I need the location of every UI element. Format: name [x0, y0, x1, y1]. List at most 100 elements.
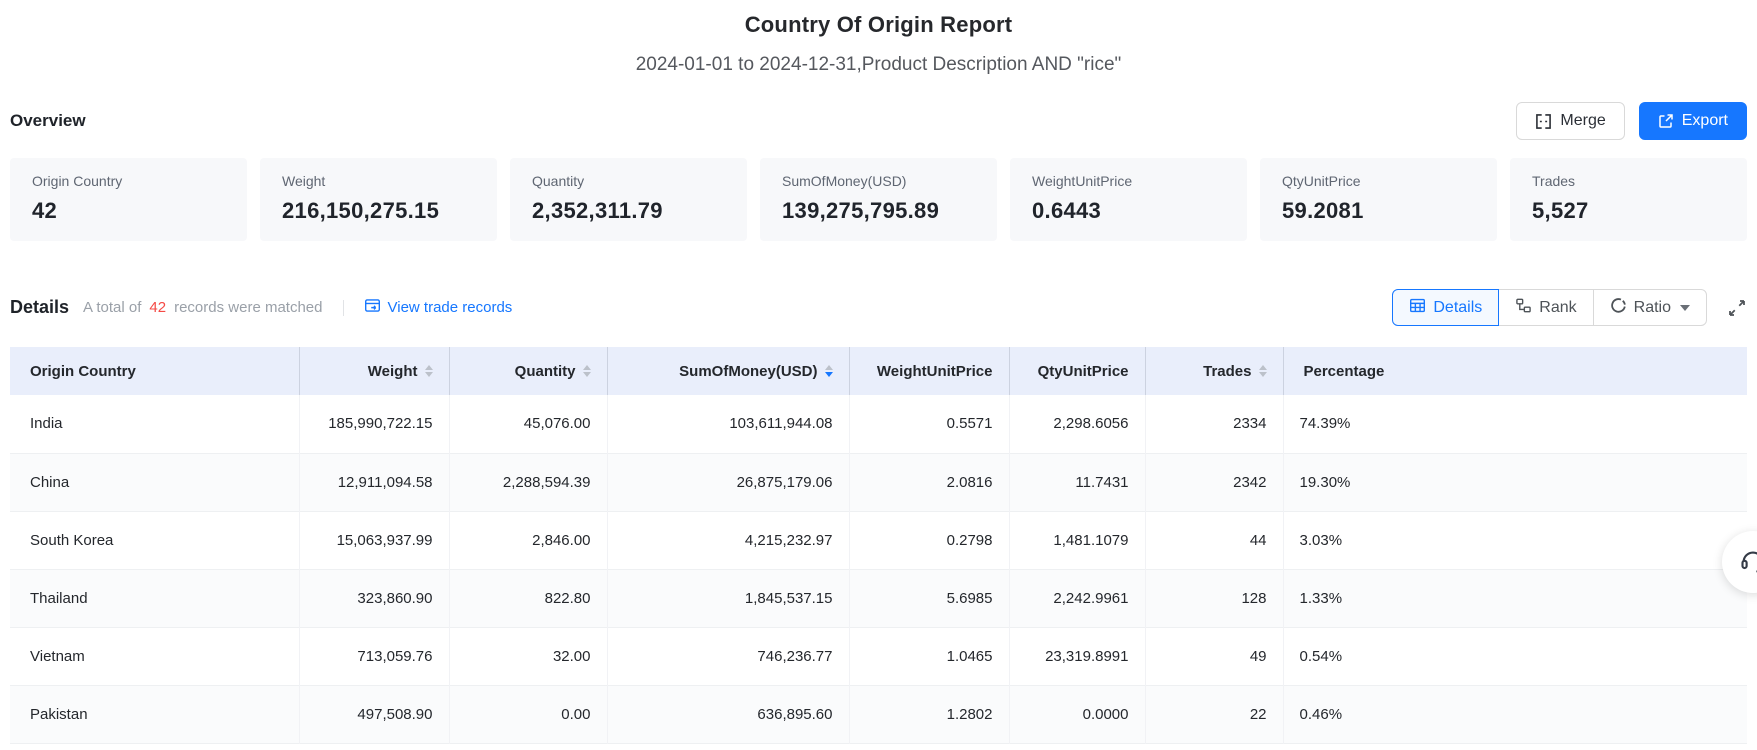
view-toggle-rank[interactable]: Rank	[1498, 289, 1594, 326]
cell-qtyunitprice: 1,481.1079	[1009, 511, 1146, 569]
sort-icon[interactable]	[1258, 365, 1267, 377]
stat-card-value: 0.6443	[1032, 198, 1102, 223]
column-header-label: Trades	[1203, 362, 1252, 380]
country-origin-report-page: Country Of Origin Report 2024-01-01 to 2…	[0, 0, 1757, 750]
details-table: Origin Country Weight Quantity SumOfMoney(U…	[10, 347, 1747, 744]
match-total-count: 42	[149, 299, 167, 316]
merge-button-label: Merge	[1560, 112, 1606, 129]
column-header-trades[interactable]: Trades	[1145, 347, 1284, 395]
cell-origin-country: Vietnam	[10, 627, 300, 685]
column-header-quantity[interactable]: Quantity	[449, 347, 608, 395]
cell-weight: 497,508.90	[299, 685, 450, 743]
cell-trades: 22	[1145, 685, 1284, 743]
stat-card-value: 5,527	[1532, 198, 1589, 223]
cell-trades: 2334	[1145, 395, 1284, 453]
cell-sumofmoney-usd: 4,215,232.97	[607, 511, 850, 569]
column-header-origin-country: Origin Country	[10, 347, 300, 395]
cell-weightunitprice: 5.6985	[849, 569, 1010, 627]
table-row-vietnam: Vietnam 713,059.76 32.00 746,236.77 1.0465 23…	[10, 627, 1747, 685]
stat-card-trades: Trades 5,527	[1510, 158, 1747, 241]
stat-card-weight: Weight 216,150,275.15	[260, 158, 497, 241]
column-header-qtyunitprice: QtyUnitPrice	[1009, 347, 1146, 395]
cell-quantity: 32.00	[449, 627, 608, 685]
cell-weight: 12,911,094.58	[299, 453, 450, 511]
column-header-sumofmoney-usd[interactable]: SumOfMoney(USD)	[607, 347, 850, 395]
stat-card-label: Trades	[1532, 173, 1576, 189]
cell-sumofmoney-usd: 636,895.60	[607, 685, 850, 743]
table-header-row: Origin Country Weight Quantity SumOfMoney(U…	[10, 347, 1747, 395]
stat-card-value: 42	[32, 198, 58, 223]
cell-percentage: 74.39%	[1299, 415, 1351, 433]
stat-card-value: 59.2081	[1282, 198, 1364, 223]
cell-origin-country: India	[10, 395, 300, 453]
headset-icon	[1738, 545, 1757, 580]
cell-qtyunitprice: 23,319.8991	[1009, 627, 1146, 685]
export-button[interactable]: Export	[1638, 102, 1747, 140]
column-header-label: Percentage	[1303, 362, 1385, 380]
sort-icon[interactable]	[582, 365, 591, 377]
table-row-india: India 185,990,722.15 45,076.00 103,611,944.…	[10, 395, 1747, 453]
cell-percentage: 1.33%	[1299, 589, 1343, 607]
report-header: Country Of Origin Report 2024-01-01 to 2…	[0, 0, 1757, 76]
cell-percentage: 19.30%	[1299, 473, 1351, 491]
column-header-label: Quantity	[514, 362, 576, 380]
cell-percentage: 0.46%	[1299, 705, 1343, 723]
page-title: Country Of Origin Report	[744, 12, 1013, 37]
table-row-china: China 12,911,094.58 2,288,594.39 26,875,179…	[10, 453, 1747, 511]
export-icon	[1658, 113, 1674, 129]
merge-button[interactable]: Merge	[1516, 102, 1625, 140]
cell-quantity: 2,846.00	[449, 511, 608, 569]
stat-card-weightunitprice: WeightUnitPrice 0.6443	[1010, 158, 1247, 241]
cell-quantity: 45,076.00	[449, 395, 608, 453]
view-toggle-ratio[interactable]: Ratio	[1592, 289, 1707, 326]
cell-weight: 15,063,937.99	[299, 511, 450, 569]
stat-card-quantity: Quantity 2,352,311.79	[510, 158, 747, 241]
view-toggle-label: Details	[1433, 298, 1483, 316]
view-trade-records-link[interactable]: View trade records	[364, 297, 512, 318]
sort-icon[interactable]	[424, 365, 433, 377]
cell-sumofmoney-usd: 26,875,179.06	[607, 453, 850, 511]
table-row-pakistan: Pakistan 497,508.90 0.00 636,895.60 1.2802 0.…	[10, 685, 1747, 743]
column-header-percentage: Percentage	[1283, 347, 1747, 395]
cell-qtyunitprice: 2,242.9961	[1009, 569, 1146, 627]
cell-origin-country: South Korea	[10, 511, 300, 569]
cell-sumofmoney-usd: 746,236.77	[607, 627, 850, 685]
stat-card-label: SumOfMoney(USD)	[782, 173, 907, 189]
stat-card-value: 139,275,795.89	[782, 198, 940, 223]
cell-trades: 2342	[1145, 453, 1284, 511]
sort-icon[interactable]	[824, 365, 833, 377]
chevron-down-icon	[1680, 304, 1690, 311]
stat-card-label: Quantity	[532, 173, 585, 189]
cell-sumofmoney-usd: 103,611,944.08	[607, 395, 850, 453]
column-header-label: SumOfMoney(USD)	[679, 362, 818, 380]
export-button-label: Export	[1681, 112, 1728, 129]
stat-card-label: WeightUnitPrice	[1032, 173, 1133, 189]
ratio-icon	[1610, 297, 1627, 319]
details-right: Details Rank Ratio	[1392, 289, 1747, 326]
column-header-label: Origin Country	[30, 362, 136, 380]
cell-percentage: 3.03%	[1299, 531, 1343, 549]
stat-card-value: 216,150,275.15	[282, 198, 440, 223]
match-total-suffix: records were matched	[174, 299, 323, 316]
view-toggle-label: Rank	[1539, 298, 1577, 316]
topbar-actions: Merge Export	[1516, 102, 1747, 140]
table-row-thailand: Thailand 323,860.90 822.80 1,845,537.15 5.69…	[10, 569, 1747, 627]
overview-section-title: Overview	[10, 111, 86, 130]
table-icon	[1409, 297, 1426, 319]
stat-card-label: QtyUnitPrice	[1282, 173, 1361, 189]
cell-quantity: 2,288,594.39	[449, 453, 608, 511]
view-toggle-label: Ratio	[1633, 298, 1671, 316]
cell-quantity: 0.00	[449, 685, 608, 743]
fullscreen-icon[interactable]	[1727, 298, 1747, 318]
cell-origin-country: China	[10, 453, 300, 511]
stat-card-label: Origin Country	[32, 173, 123, 189]
match-total-prefix: A total of	[83, 299, 142, 316]
cell-qtyunitprice: 0.0000	[1009, 685, 1146, 743]
details-left: Details A total of 42 records were match…	[10, 297, 512, 318]
cell-weightunitprice: 1.0465	[849, 627, 1010, 685]
cell-origin-country: Pakistan	[10, 685, 300, 743]
column-header-weight[interactable]: Weight	[299, 347, 450, 395]
column-header-label: WeightUnitPrice	[876, 362, 993, 380]
view-toggle-details[interactable]: Details	[1392, 289, 1500, 326]
details-section-title: Details	[10, 297, 70, 317]
